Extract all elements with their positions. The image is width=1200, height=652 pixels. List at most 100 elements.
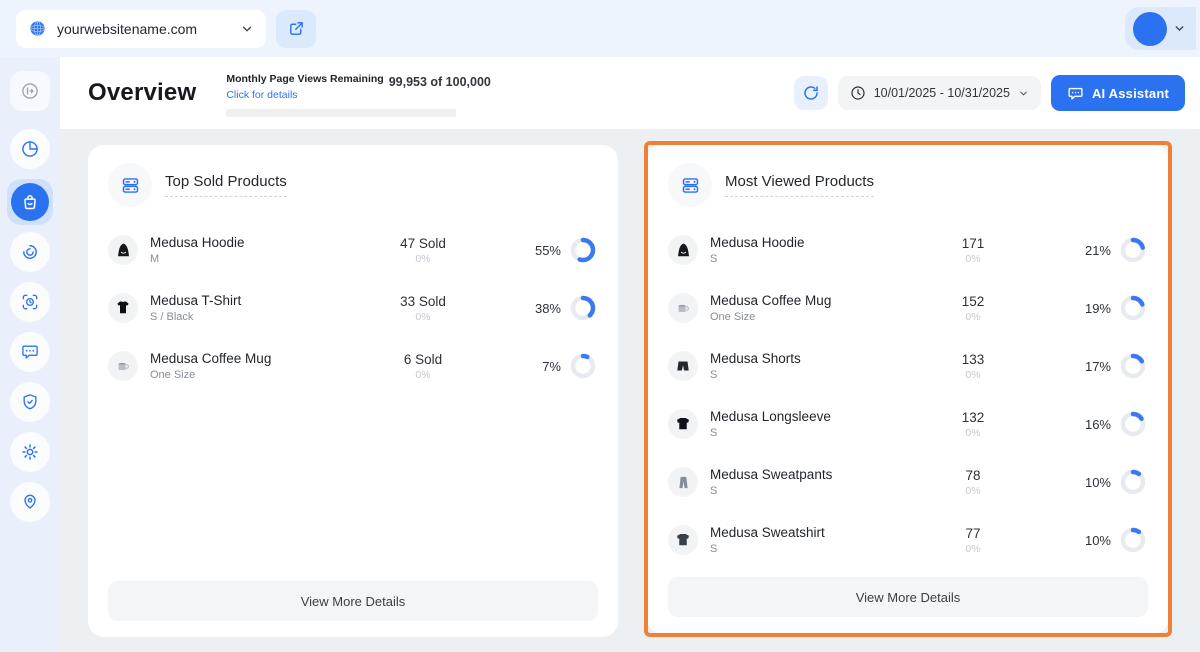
product-variant: S <box>710 427 718 439</box>
sidebar-item-gear[interactable] <box>10 432 50 472</box>
sidebar-item-gauge[interactable] <box>10 232 50 272</box>
chevron-down-icon <box>1018 88 1029 99</box>
sweatpants-icon <box>668 467 698 497</box>
mug-icon <box>668 293 698 323</box>
product-row[interactable]: Medusa Hoodie S 171 0% 21% <box>668 221 1148 279</box>
page-views-usage: 99,953 of 100,000 <box>388 75 491 89</box>
ai-assistant-button[interactable]: AI Assistant <box>1050 75 1185 111</box>
account-menu[interactable] <box>1125 7 1196 50</box>
external-link-icon <box>288 20 305 37</box>
product-variant: S <box>710 543 718 555</box>
product-value: 77 <box>965 525 981 541</box>
sidebar-item-panel-toggle[interactable] <box>10 71 50 111</box>
sidebar-item-shopping-bag[interactable] <box>7 179 53 225</box>
clock-icon <box>850 85 866 101</box>
product-value: 6 Sold <box>403 351 443 367</box>
chat-bubble-icon <box>1067 85 1084 102</box>
product-row[interactable]: Medusa T-Shirt S / Black 33 Sold 0% 38% <box>108 279 598 337</box>
donut-chart <box>1120 469 1146 495</box>
product-variant: S / Black <box>150 311 194 323</box>
product-name: Medusa Sweatpants <box>710 467 833 482</box>
page-title: Overview <box>88 79 197 106</box>
date-range-picker[interactable]: 10/01/2025 - 10/31/2025 <box>837 76 1041 110</box>
product-sub-percent: 0% <box>965 484 981 497</box>
shopping-bag-icon <box>20 192 40 212</box>
top-sold-products-card: Top Sold Products Medusa Hoodie M 47 Sol… <box>88 145 618 637</box>
product-row[interactable]: Medusa Sweatshirt S 77 0% 10% <box>668 511 1148 569</box>
product-percent-label: 10% <box>1084 532 1111 548</box>
ai-assistant-label: AI Assistant <box>1091 85 1169 101</box>
sidebar <box>0 57 60 652</box>
open-site-button[interactable] <box>276 9 316 48</box>
product-percent-label: 7% <box>542 358 561 374</box>
avatar <box>1133 11 1167 46</box>
product-name: Medusa T-Shirt <box>150 293 242 308</box>
product-variant: M <box>150 253 160 265</box>
refresh-icon <box>802 84 820 102</box>
product-percent-label: 38% <box>534 300 561 316</box>
view-more-details-button[interactable]: View More Details <box>668 577 1148 617</box>
product-sub-percent: 0% <box>965 368 981 381</box>
product-value: 171 <box>961 235 985 251</box>
main-content: Top Sold Products Medusa Hoodie M 47 Sol… <box>60 129 1200 652</box>
pie-chart-icon <box>20 139 40 159</box>
mug-icon <box>108 351 138 381</box>
gear-icon <box>20 442 40 462</box>
product-percent-label: 21% <box>1084 242 1111 258</box>
donut-chart <box>570 295 596 321</box>
globe-icon <box>28 19 47 38</box>
sidebar-item-map-pin[interactable] <box>10 482 50 522</box>
sidebar-item-pie-chart[interactable] <box>10 129 50 169</box>
donut-chart <box>570 353 596 379</box>
product-name: Medusa Sweatshirt <box>710 525 825 540</box>
product-percent-label: 17% <box>1084 358 1111 374</box>
chat-dots-icon <box>20 342 40 362</box>
product-row[interactable]: Medusa Coffee Mug One Size 6 Sold 0% 7% <box>108 337 598 395</box>
most-viewed-products-card: Most Viewed Products Medusa Hoodie S 171… <box>648 145 1168 633</box>
card-title: Most Viewed Products <box>725 173 874 197</box>
page-views-label: Monthly Page Views Remaining <box>226 73 384 85</box>
shield-check-icon <box>20 392 40 412</box>
product-row[interactable]: Medusa Hoodie M 47 Sold 0% 55% <box>108 221 598 279</box>
card-title: Top Sold Products <box>165 173 287 197</box>
product-row[interactable]: Medusa Shorts S 133 0% 17% <box>668 337 1148 395</box>
refresh-button[interactable] <box>793 76 828 110</box>
panel-toggle-icon <box>20 81 40 101</box>
product-percent-label: 16% <box>1084 416 1111 432</box>
sweatshirt-icon <box>668 525 698 555</box>
monitor-clock-icon <box>20 292 40 312</box>
product-value: 33 Sold <box>400 293 446 309</box>
chevron-down-icon <box>240 22 254 36</box>
donut-chart <box>1120 237 1146 263</box>
view-more-details-button[interactable]: View More Details <box>108 581 598 621</box>
product-sub-percent: 0% <box>415 252 431 265</box>
map-pin-icon <box>20 492 40 512</box>
shorts-icon <box>668 351 698 381</box>
product-sub-percent: 0% <box>965 252 981 265</box>
product-name: Medusa Hoodie <box>710 235 805 250</box>
hoodie-icon <box>108 235 138 265</box>
product-sub-percent: 0% <box>965 542 981 555</box>
sidebar-item-chat-dots[interactable] <box>10 332 50 372</box>
product-percent-label: 19% <box>1084 300 1111 316</box>
product-name: Medusa Shorts <box>710 351 801 366</box>
sidebar-item-monitor-clock[interactable] <box>10 282 50 322</box>
page-views-progressbar <box>226 109 457 117</box>
product-list: Medusa Hoodie M 47 Sold 0% 55% Medusa T-… <box>108 221 598 395</box>
product-row[interactable]: Medusa Sweatpants S 78 0% 10% <box>668 453 1148 511</box>
donut-chart <box>1120 295 1146 321</box>
site-selector[interactable]: yourwebsitename.com <box>16 9 266 48</box>
product-row[interactable]: Medusa Longsleeve S 132 0% 16% <box>668 395 1148 453</box>
server-icon <box>108 163 152 207</box>
product-sub-percent: 0% <box>965 426 981 439</box>
product-row[interactable]: Medusa Coffee Mug One Size 152 0% 19% <box>668 279 1148 337</box>
sidebar-item-shield-check[interactable] <box>10 382 50 422</box>
product-list: Medusa Hoodie S 171 0% 21% Medusa Coffee… <box>668 221 1148 569</box>
click-for-details-link[interactable]: Click for details <box>226 89 297 101</box>
product-value: 47 Sold <box>400 235 446 251</box>
topbar: yourwebsitename.com <box>0 0 1200 57</box>
product-name: Medusa Hoodie <box>150 235 245 250</box>
site-domain: yourwebsitename.com <box>57 20 198 37</box>
product-percent-label: 10% <box>1084 474 1111 490</box>
hoodie-icon <box>668 235 698 265</box>
